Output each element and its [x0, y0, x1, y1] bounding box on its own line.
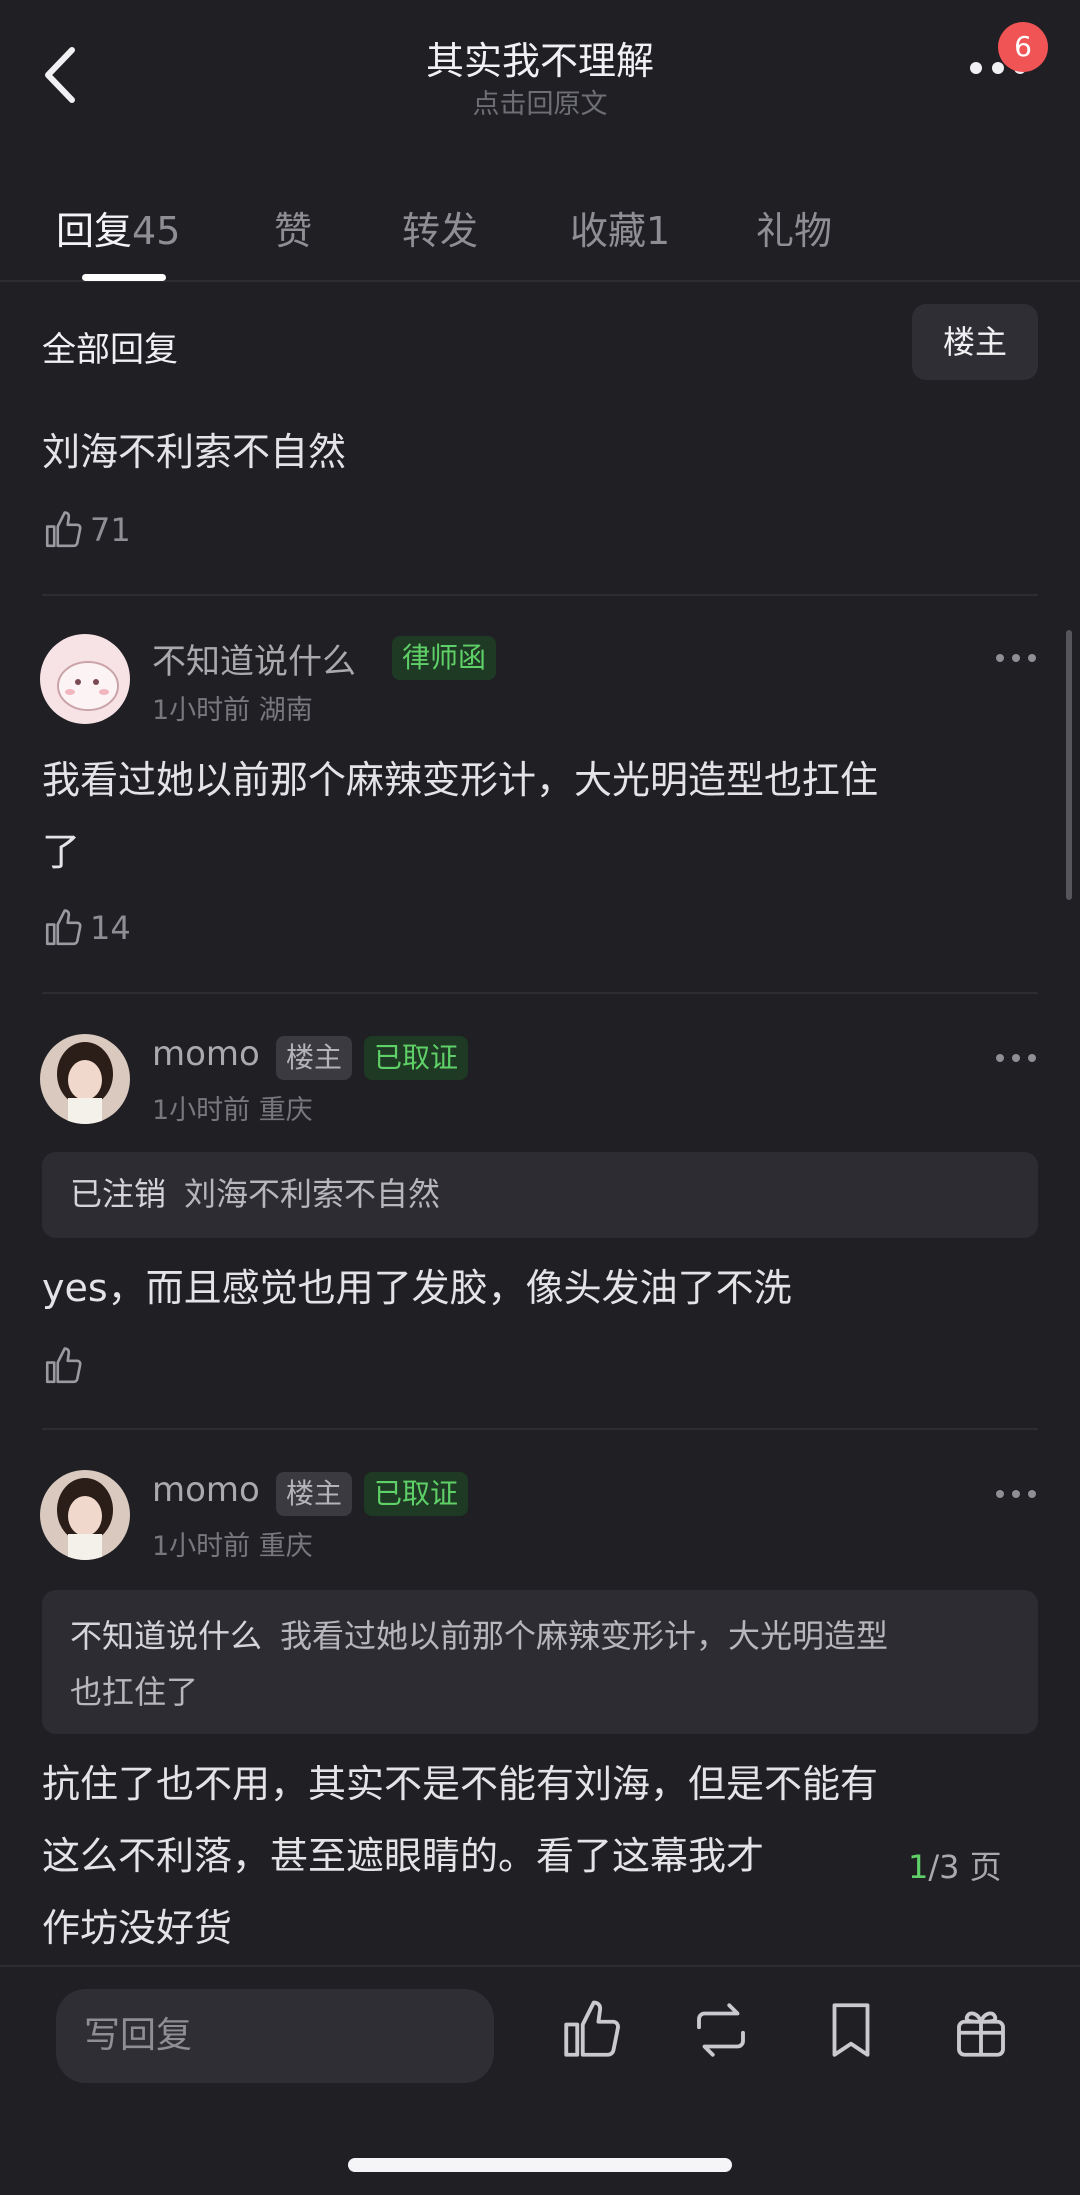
comment-text: yes，而且感觉也用了发胶，像头发油了不洗: [42, 1252, 792, 1324]
comment-more-icon[interactable]: [994, 1052, 1038, 1064]
page-total: /3 页: [928, 1848, 1002, 1886]
comment-more-icon[interactable]: [994, 1488, 1038, 1500]
tab-label: 收藏: [570, 209, 647, 253]
user-badge: 已取证: [364, 1036, 469, 1080]
owner-badge: 楼主: [276, 1036, 353, 1080]
repost-icon[interactable]: [688, 1997, 754, 2063]
tab-likes[interactable]: 赞: [274, 200, 312, 255]
user-badge: 已取证: [364, 1472, 469, 1516]
active-tab-indicator: [82, 274, 166, 281]
comment-text: 我看过她以前那个麻辣变形计，大光明造型也扛住 了: [42, 744, 878, 888]
tab-label: 赞: [274, 209, 313, 253]
page-title[interactable]: 其实我不理解: [0, 30, 1080, 85]
user-badge: 律师函: [392, 636, 497, 680]
current-page: 1: [908, 1848, 929, 1886]
username[interactable]: 不知道说什么: [152, 634, 356, 683]
portrait-avatar-icon: [40, 1470, 130, 1560]
username[interactable]: momo: [152, 1034, 260, 1074]
scrollbar[interactable]: [1066, 630, 1072, 900]
comment-meta: 1小时前 重庆: [152, 1524, 313, 1563]
section-title: 全部回复: [42, 330, 178, 370]
comment-text: 抗住了也不用，其实不是不能有刘海，但是不能有 这么不利落，甚至遮眼睛的。看了这幕…: [42, 1748, 878, 1964]
notification-badge: 6: [998, 22, 1048, 72]
comment-meta: 1小时前 重庆: [152, 1088, 313, 1127]
like-count: 14: [90, 909, 131, 947]
page-indicator[interactable]: 1/3 页: [908, 1842, 1002, 1888]
thumbs-up-icon: [45, 1347, 82, 1384]
comment-meta: 1小时前 湖南: [152, 688, 313, 727]
thumbs-up-icon[interactable]: [558, 1997, 624, 2063]
comment-line: 我看过她以前那个麻辣变形计，大光明造型也扛住: [42, 758, 879, 802]
tab-count: 45: [132, 209, 181, 253]
tab-gifts[interactable]: 礼物: [756, 200, 832, 255]
quoted-text-line: 我看过她以前那个麻辣变形计，大光明造型: [280, 1617, 889, 1655]
post-text: 刘海不利索不自然: [42, 430, 347, 474]
comment-time: 1小时前: [152, 1095, 251, 1126]
quoted-text-line: 也扛住了: [70, 1673, 199, 1711]
quoted-text: 刘海不利索不自然: [184, 1175, 441, 1213]
divider: [42, 1428, 1038, 1430]
comment-line: yes，而且感觉也用了发胶，像头发油了不洗: [42, 1266, 792, 1310]
comment-line: 抗住了也不用，其实不是不能有刘海，但是不能有: [42, 1762, 879, 1806]
tab-count: 1: [646, 209, 671, 253]
top-bar: 其实我不理解 点击回原文 6: [0, 0, 1080, 160]
comment-line: 了: [42, 830, 81, 874]
divider: [42, 992, 1038, 994]
quoted-reply[interactable]: 不知道说什么 我看过她以前那个麻辣变形计，大光明造型 也扛住了: [42, 1590, 1038, 1734]
tab-label: 回复: [56, 209, 133, 253]
comment-location: 湖南: [258, 695, 313, 726]
avatar[interactable]: [40, 1034, 130, 1124]
owner-badge: 楼主: [276, 1472, 353, 1516]
reply-input[interactable]: 写回复: [56, 1989, 494, 2083]
divider: [42, 594, 1038, 596]
avatar[interactable]: [40, 634, 130, 724]
avatar[interactable]: [40, 1470, 130, 1560]
comment-time: 1小时前: [152, 1531, 251, 1562]
quoted-reply[interactable]: 已注销 刘海不利索不自然: [42, 1152, 1038, 1238]
cartoon-avatar-icon: [40, 634, 130, 724]
home-indicator: [348, 2158, 732, 2172]
portrait-avatar-icon: [40, 1034, 130, 1124]
tab-replies[interactable]: 回复45: [56, 200, 180, 255]
comment-location: 重庆: [258, 1095, 313, 1126]
owner-only-button[interactable]: 楼主: [912, 304, 1038, 380]
tab-bar: 回复45 赞 转发 收藏1 礼物: [0, 190, 1080, 282]
back-to-original-link[interactable]: 点击回原文: [0, 82, 1080, 121]
tab-reposts[interactable]: 转发: [402, 200, 478, 255]
quoted-user: 已注销: [70, 1175, 167, 1213]
comment-location: 重庆: [258, 1531, 313, 1562]
bookmark-icon[interactable]: [818, 1997, 884, 2063]
tab-favorites[interactable]: 收藏1: [570, 200, 670, 255]
comment-like-button[interactable]: 14: [42, 906, 131, 950]
like-count: 71: [90, 511, 131, 549]
username[interactable]: momo: [152, 1470, 260, 1510]
gift-icon[interactable]: [948, 1997, 1014, 2063]
comment-like-button[interactable]: [42, 1344, 84, 1388]
thumbs-up-icon: [45, 511, 82, 548]
comment-line: 这么不利落，甚至遮眼睛的。看了这幕我才: [42, 1834, 765, 1878]
comment-more-icon[interactable]: [994, 652, 1038, 664]
tab-label: 转发: [402, 209, 479, 253]
post-like-button[interactable]: 71: [42, 508, 131, 552]
tab-label: 礼物: [756, 209, 833, 253]
comment-time: 1小时前: [152, 695, 251, 726]
comment-line: 作坊没好货: [42, 1906, 233, 1950]
quoted-user: 不知道说什么: [70, 1617, 263, 1655]
thumbs-up-icon: [45, 909, 82, 946]
